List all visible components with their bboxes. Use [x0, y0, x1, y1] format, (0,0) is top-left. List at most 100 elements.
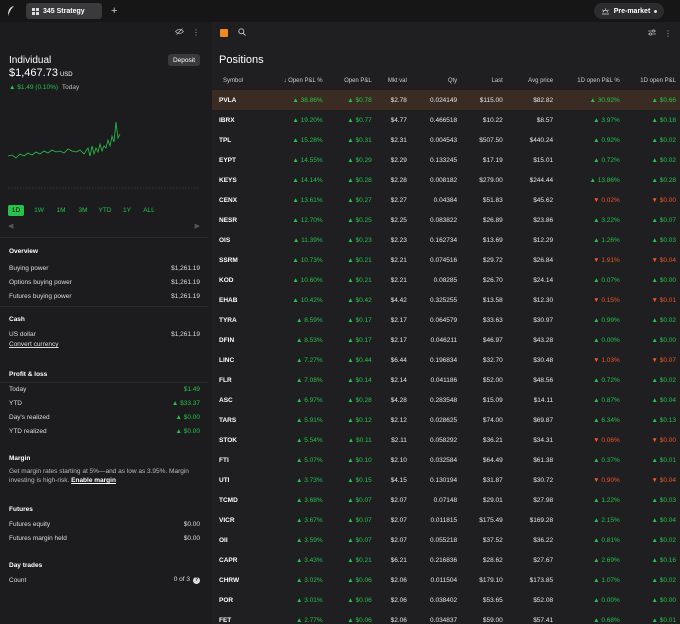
table-row[interactable]: CENX ▲ 13.61% ▲ $0.27 $2.27 0.04384 $51.83 $45… [212, 190, 680, 210]
cell-last: $53.65 [482, 596, 503, 604]
table-row[interactable]: IBRX ▲ 19.20% ▲ $0.77 $4.77 0.466518 $10.22 $8… [212, 110, 680, 130]
table-row[interactable]: PVLA ▲ 38.86% ▲ $0.78 $2.78 0.024149 $115.00 $… [212, 90, 680, 110]
table-row[interactable]: ASC ▲ 6.97% ▲ $0.28 $4.28 0.283548 $15.09 $14.… [212, 390, 680, 410]
hide-eye-icon[interactable] [175, 27, 184, 37]
daytrades-title: Day trades [9, 562, 43, 569]
row-label: Day's realized [9, 413, 50, 421]
table-row[interactable]: KOD ▲ 10.60% ▲ $0.21 $2.21 0.08285 $26.70 $24.… [212, 270, 680, 290]
table-row[interactable]: EHAB ▲ 10.42% ▲ $0.42 $4.42 0.325255 $13.58 $1… [212, 290, 680, 310]
range-1m[interactable]: 1M [50, 205, 72, 216]
positions-panel: ⋮ Positions Symbol ↓ Open P&L % Open P&L… [212, 22, 680, 624]
more-vertical-icon[interactable]: ⋮ [664, 29, 672, 38]
cell-open-pnl-pct: ▲ 5.07% [295, 456, 323, 464]
table-row[interactable]: TCMD ▲ 3.68% ▲ $0.07 $2.07 0.07148 $29.01 $27.… [212, 490, 680, 510]
cell-qty: 0.466518 [430, 116, 458, 124]
cell-avg-price: $45.62 [533, 196, 554, 204]
daytrades-row: Count 0 of 3? [9, 573, 200, 587]
col-1d-open-pnl[interactable]: 1D open P&L [624, 72, 680, 90]
table-row[interactable]: KEYS ▲ 14.14% ▲ $0.28 $2.28 0.008182 $279.00 $… [212, 170, 680, 190]
enable-margin-link[interactable]: Enable margin [71, 477, 116, 484]
cell-qty: 0.07148 [433, 496, 458, 504]
table-row[interactable]: NESR ▲ 12.70% ▲ $0.25 $2.25 0.083822 $26.89 $2… [212, 210, 680, 230]
row-value: ▲ $0.00 [175, 413, 200, 421]
cell-open-pnl-pct: ▲ 38.86% [263, 90, 327, 110]
table-row[interactable]: TYRA ▲ 8.59% ▲ $0.17 $2.17 0.064579 $33.63 $30… [212, 310, 680, 330]
table-row[interactable]: LINC ▲ 7.27% ▲ $0.44 $6.44 0.196834 $32.70 $30… [212, 350, 680, 370]
range-3m[interactable]: 3M [72, 205, 94, 216]
currency-label: USD [59, 72, 73, 78]
pnl-row: Today $1.49 [9, 382, 200, 396]
deposit-button[interactable]: Deposit [168, 54, 200, 66]
table-row[interactable]: POR ▲ 3.01% ▲ $0.06 $2.06 0.038402 $53.65 $52.… [212, 590, 680, 610]
col-symbol[interactable]: Symbol [212, 72, 263, 90]
add-tab-button[interactable]: + [111, 5, 117, 17]
table-row[interactable]: OII ▲ 3.59% ▲ $0.07 $2.07 0.055218 $37.52 $36.… [212, 530, 680, 550]
table-row[interactable]: SSRM ▲ 10.73% ▲ $0.21 $2.21 0.074516 $29.72 $2… [212, 250, 680, 270]
help-icon[interactable]: ? [193, 577, 200, 584]
table-row[interactable]: OIS ▲ 11.39% ▲ $0.23 $2.23 0.162734 $13.69 $12… [212, 230, 680, 250]
cell-last: $17.19 [482, 156, 503, 164]
settings-sliders-icon[interactable] [648, 29, 656, 38]
pnl-section: Profit & loss Today $1.49 YTD ▲ $33.37 Day… [9, 371, 200, 438]
cell-last: $46.97 [482, 336, 503, 344]
search-icon[interactable] [238, 28, 246, 38]
col-avg-price[interactable]: Avg price [507, 72, 557, 90]
chevron-right-icon[interactable]: ▶ [195, 222, 200, 230]
range-ytd[interactable]: YTD [94, 205, 116, 216]
table-row[interactable]: EYPT ▲ 14.55% ▲ $0.29 $2.29 0.133245 $17.19 $1… [212, 150, 680, 170]
chevron-left-icon[interactable]: ◀ [8, 222, 13, 230]
table-row[interactable]: DFIN ▲ 8.53% ▲ $0.17 $2.17 0.046211 $46.97 $43… [212, 330, 680, 350]
feather-logo-icon[interactable] [0, 0, 22, 22]
table-row[interactable]: UTI ▲ 3.73% ▲ $0.15 $4.15 0.130194 $31.87 $30.… [212, 470, 680, 490]
table-row[interactable]: FTI ▲ 5.07% ▲ $0.10 $2.10 0.032584 $64.49 $61.… [212, 450, 680, 470]
table-row[interactable]: VICR ▲ 3.67% ▲ $0.07 $2.07 0.011815 $175.49 $1… [212, 510, 680, 530]
range-1y[interactable]: 1Y [116, 205, 138, 216]
cell-avg-price: $12.29 [533, 236, 554, 244]
cell-mkt-val: $2.14 [390, 376, 407, 384]
range-1d[interactable]: 1D [8, 205, 24, 216]
table-row[interactable]: CHRW ▲ 3.02% ▲ $0.06 $2.06 0.011504 $179.10 $1… [212, 570, 680, 590]
tab-345-strategy[interactable]: 345 Strategy [26, 3, 102, 19]
cell-1d-open-pnl: ▼ $0.01 [651, 296, 676, 304]
portfolio-chart[interactable] [8, 118, 200, 190]
cell-open-pnl-pct: ▲ 14.55% [292, 156, 323, 164]
table-row[interactable]: FLR ▲ 7.08% ▲ $0.14 $2.14 0.041186 $52.00 $48.… [212, 370, 680, 390]
cell-last: $59.00 [482, 616, 503, 624]
col-open-pnl[interactable]: Open P&L [327, 72, 376, 90]
cell-avg-price: $23.86 [533, 216, 554, 224]
col-open-pnl-pct[interactable]: ↓ Open P&L % [263, 72, 326, 90]
pnl-row: YTD realized ▲ $0.00 [9, 424, 200, 438]
cell-qty: 0.055218 [430, 536, 458, 544]
margin-description: Get margin rates starting at 5%—and as l… [9, 467, 200, 485]
color-link-icon[interactable] [220, 29, 228, 37]
col-mkt-val[interactable]: Mkt val [376, 72, 411, 90]
table-row[interactable]: FET ▲ 2.77% ▲ $0.06 $2.06 0.034837 $59.00 $57.… [212, 610, 680, 624]
cell-symbol: VICR [219, 516, 235, 524]
positions-title: Positions [219, 54, 264, 66]
cell-open-pnl: ▲ $0.10 [347, 456, 372, 464]
col-qty[interactable]: Qty [411, 72, 461, 90]
cell-mkt-val: $2.06 [390, 616, 407, 624]
positions-toolbar: ⋮ [212, 22, 680, 44]
convert-currency-link[interactable]: Convert currency [9, 341, 200, 348]
cell-open-pnl: ▲ $0.29 [347, 156, 372, 164]
today-change-value: ▲ $1.49 (0.10%) [9, 84, 59, 91]
today-change: ▲ $1.49 (0.10%) Today [9, 84, 79, 91]
table-row[interactable]: STOK ▲ 5.54% ▲ $0.11 $2.11 0.058292 $36.21 $34… [212, 430, 680, 450]
more-vertical-icon[interactable]: ⋮ [192, 28, 200, 37]
range-1w[interactable]: 1W [28, 205, 50, 216]
cell-1d-open-pnl: ▼ $0.04 [651, 256, 676, 264]
cell-last: $507.50 [479, 136, 503, 144]
col-last[interactable]: Last [461, 72, 507, 90]
cell-open-pnl-pct: ▲ 6.97% [295, 396, 323, 404]
premarket-button[interactable]: Pre-market [594, 3, 664, 19]
row-value: $0.00 [183, 520, 200, 528]
col-1d-open-pnl-pct[interactable]: 1D open P&L % [557, 72, 624, 90]
table-row[interactable]: TARS ▲ 5.91% ▲ $0.12 $2.12 0.028625 $74.00 $69… [212, 410, 680, 430]
table-row[interactable]: TPL ▲ 15.28% ▲ $0.31 $2.31 0.004543 $507.50 $4… [212, 130, 680, 150]
cell-1d-open-pnl: ▲ $0.28 [651, 176, 676, 184]
range-all[interactable]: ALL [138, 205, 160, 216]
cell-mkt-val: $2.10 [390, 456, 407, 464]
cell-1d-open-pnl: ▲ $0.18 [651, 116, 676, 124]
table-row[interactable]: CAPR ▲ 3.43% ▲ $0.21 $6.21 0.216836 $28.62 $27… [212, 550, 680, 570]
